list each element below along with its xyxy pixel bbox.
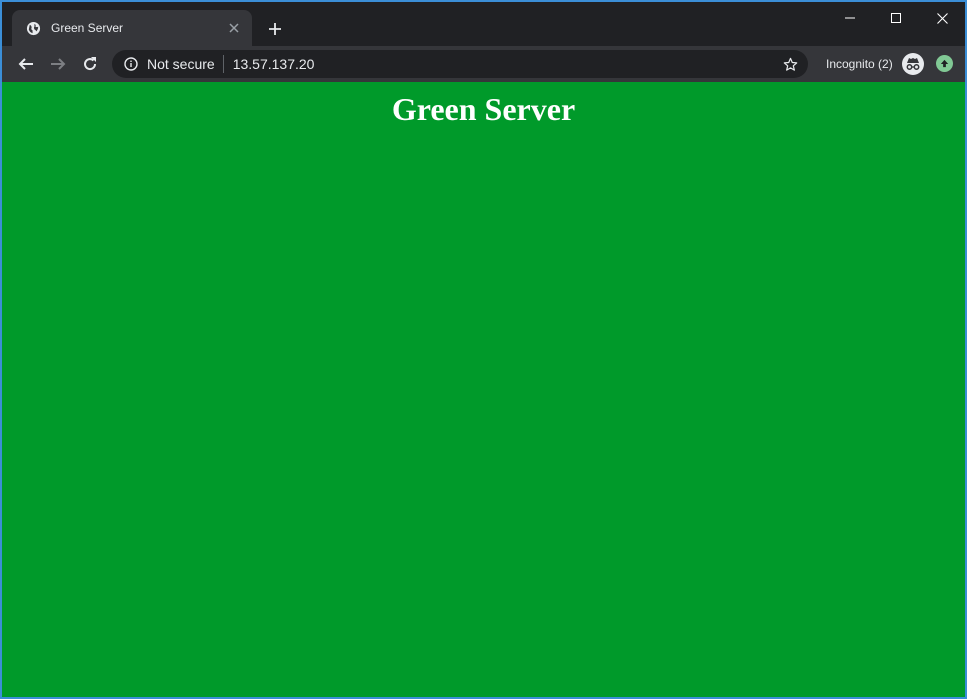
address-bar[interactable]: Not secure 13.57.137.20	[112, 50, 808, 78]
minimize-button[interactable]	[827, 2, 873, 34]
browser-window: Green Server Not secure 13.57.137.20 Inc…	[1, 1, 966, 698]
tab-green-server[interactable]: Green Server	[12, 10, 252, 46]
tab-title: Green Server	[51, 21, 124, 35]
page-viewport: Green Server	[2, 82, 965, 697]
browser-toolbar: Not secure 13.57.137.20 Incognito (2)	[2, 46, 965, 82]
omnibox-divider	[222, 55, 224, 73]
tab-strip: Green Server	[2, 2, 965, 46]
incognito-label[interactable]: Incognito (2)	[826, 57, 893, 71]
star-icon[interactable]	[782, 56, 798, 72]
info-icon[interactable]	[123, 56, 139, 72]
window-controls	[827, 2, 965, 34]
plus-icon	[269, 23, 281, 35]
reload-icon	[84, 57, 97, 71]
close-icon	[936, 12, 948, 24]
globe-icon	[25, 20, 41, 36]
minimize-icon	[845, 17, 855, 19]
page-heading: Green Server	[391, 91, 576, 127]
url-text[interactable]: 13.57.137.20	[233, 56, 315, 72]
security-status[interactable]: Not secure	[147, 56, 215, 72]
back-arrow-icon	[18, 58, 33, 70]
new-tab-button[interactable]	[264, 18, 286, 40]
back-button[interactable]	[14, 52, 38, 76]
update-arrow-icon[interactable]	[936, 55, 953, 72]
reload-button[interactable]	[78, 52, 102, 76]
close-icon[interactable]	[225, 19, 243, 37]
close-window-button[interactable]	[919, 2, 965, 34]
incognito-icon[interactable]	[902, 53, 924, 75]
forward-arrow-icon	[51, 58, 66, 70]
maximize-icon	[891, 13, 901, 23]
maximize-button[interactable]	[873, 2, 919, 34]
forward-button[interactable]	[46, 52, 70, 76]
